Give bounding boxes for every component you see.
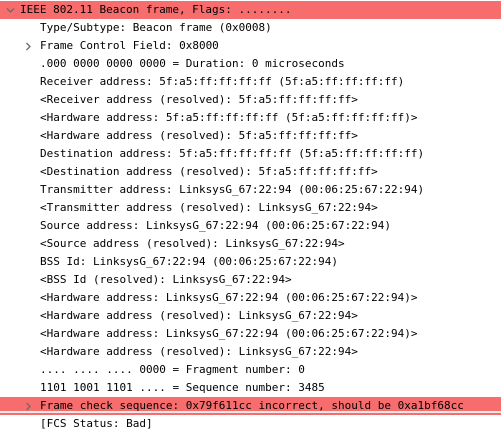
tree-row[interactable]: <Hardware address: LinksysG_67:22:94 (00… xyxy=(0,289,501,307)
tree-row-label: IEEE 802.11 Beacon frame, Flags: .......… xyxy=(20,3,292,16)
tree-row[interactable]: <Hardware address: LinksysG_67:22:94 (00… xyxy=(0,325,501,343)
tree-row[interactable]: BSS Id: LinksysG_67:22:94 (00:06:25:67:2… xyxy=(0,253,501,271)
chevron-down-icon[interactable] xyxy=(4,1,16,19)
tree-row-label: <Hardware address: LinksysG_67:22:94 (00… xyxy=(40,291,418,304)
tree-row[interactable]: <Transmitter address (resolved): Linksys… xyxy=(0,199,501,217)
tree-row-label: <Hardware address (resolved): 5f:a5:ff:f… xyxy=(40,129,358,142)
tree-row-label: Source address: LinksysG_67:22:94 (00:06… xyxy=(40,219,391,232)
tree-row-label: Receiver address: 5f:a5:ff:ff:ff:ff (5f:… xyxy=(40,75,405,88)
tree-row[interactable]: <Receiver address (resolved): 5f:a5:ff:f… xyxy=(0,91,501,109)
tree-row[interactable]: Transmitter address: LinksysG_67:22:94 (… xyxy=(0,181,501,199)
tree-row-label: .... .... .... 0000 = Fragment number: 0 xyxy=(40,363,305,376)
tree-row[interactable]: <Destination address (resolved): 5f:a5:f… xyxy=(0,163,501,181)
tree-row-label: Destination address: 5f:a5:ff:ff:ff:ff (… xyxy=(40,147,425,160)
tree-row-label: <BSS Id (resolved): LinksysG_67:22:94> xyxy=(40,273,292,286)
tree-row[interactable]: <Hardware address (resolved): LinksysG_6… xyxy=(0,307,501,325)
tree-row-label: [FCS Status: Bad] xyxy=(40,417,153,430)
tree-row[interactable]: <Hardware address: 5f:a5:ff:ff:ff:ff (5f… xyxy=(0,109,501,127)
tree-row-label: <Transmitter address (resolved): Linksys… xyxy=(40,201,378,214)
tree-row-label: <Hardware address: 5f:a5:ff:ff:ff:ff (5f… xyxy=(40,111,418,124)
tree-row-label: <Receiver address (resolved): 5f:a5:ff:f… xyxy=(40,93,358,106)
tree-row[interactable]: Frame Control Field: 0x8000 xyxy=(0,37,501,55)
tree-row-label: <Hardware address (resolved): LinksysG_6… xyxy=(40,309,358,322)
tree-row-label: BSS Id: LinksysG_67:22:94 (00:06:25:67:2… xyxy=(40,255,339,268)
tree-row[interactable]: Receiver address: 5f:a5:ff:ff:ff:ff (5f:… xyxy=(0,73,501,91)
tree-row-label: <Hardware address (resolved): LinksysG_6… xyxy=(40,345,358,358)
tree-row-label: <Source address (resolved): LinksysG_67:… xyxy=(40,237,345,250)
tree-row[interactable]: <BSS Id (resolved): LinksysG_67:22:94> xyxy=(0,271,501,289)
tree-row-label: 1101 1001 1101 .... = Sequence number: 3… xyxy=(40,381,325,394)
tree-row[interactable]: Source address: LinksysG_67:22:94 (00:06… xyxy=(0,217,501,235)
tree-row-label: Type/Subtype: Beacon frame (0x0008) xyxy=(40,21,272,34)
tree-row-label: <Destination address (resolved): 5f:a5:f… xyxy=(40,165,378,178)
chevron-right-icon[interactable] xyxy=(22,37,34,55)
tree-row[interactable]: [FCS Status: Bad] xyxy=(0,415,501,433)
tree-row-label: Transmitter address: LinksysG_67:22:94 (… xyxy=(40,183,425,196)
tree-row-label: <Hardware address: LinksysG_67:22:94 (00… xyxy=(40,327,418,340)
tree-row-label: Frame Control Field: 0x8000 xyxy=(40,39,219,52)
tree-row[interactable]: Type/Subtype: Beacon frame (0x0008) xyxy=(0,19,501,37)
tree-row[interactable]: <Hardware address (resolved): LinksysG_6… xyxy=(0,343,501,361)
tree-row-label: .000 0000 0000 0000 = Duration: 0 micros… xyxy=(40,57,345,70)
tree-row[interactable]: <Hardware address (resolved): 5f:a5:ff:f… xyxy=(0,127,501,145)
packet-details-tree: IEEE 802.11 Beacon frame, Flags: .......… xyxy=(0,1,501,433)
tree-row[interactable]: Destination address: 5f:a5:ff:ff:ff:ff (… xyxy=(0,145,501,163)
tree-row[interactable]: .... .... .... 0000 = Fragment number: 0 xyxy=(0,361,501,379)
tree-row[interactable]: .000 0000 0000 0000 = Duration: 0 micros… xyxy=(0,55,501,73)
tree-row[interactable]: 1101 1001 1101 .... = Sequence number: 3… xyxy=(0,379,501,397)
tree-row-error[interactable]: IEEE 802.11 Beacon frame, Flags: .......… xyxy=(0,1,501,19)
tree-row[interactable]: <Source address (resolved): LinksysG_67:… xyxy=(0,235,501,253)
